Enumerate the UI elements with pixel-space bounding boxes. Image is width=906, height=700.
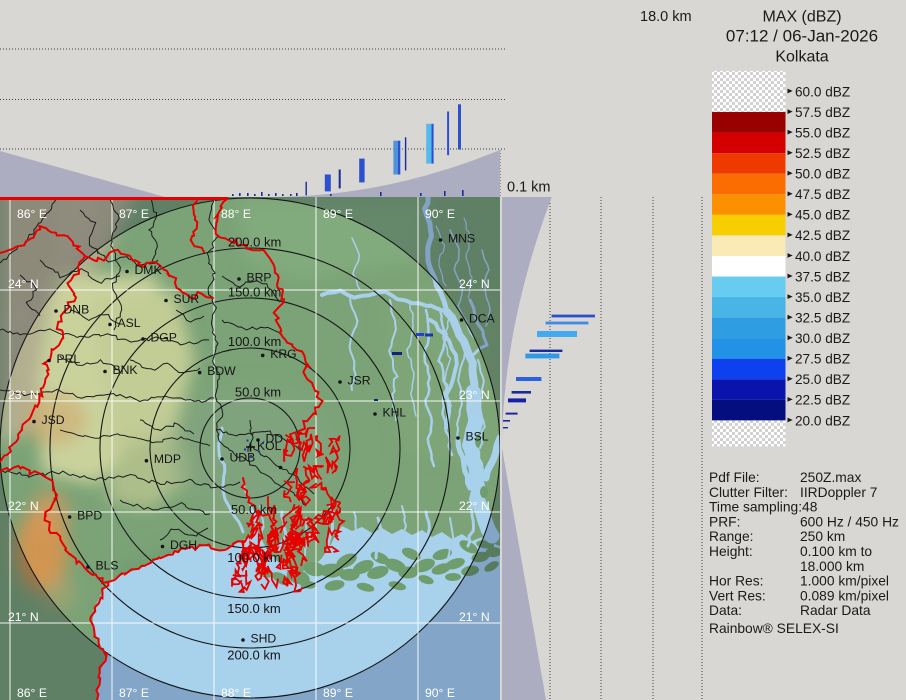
svg-text:JSD: JSD <box>42 413 65 427</box>
svg-text:Rainbow® SELEX-SI: Rainbow® SELEX-SI <box>709 621 839 636</box>
svg-text:23° N: 23° N <box>8 388 39 402</box>
svg-text:Pdf File:: Pdf File: <box>709 470 760 485</box>
svg-text:250Z.max: 250Z.max <box>800 470 861 485</box>
svg-text:Radar Data: Radar Data <box>800 603 871 618</box>
svg-text:100.0 km: 100.0 km <box>228 334 281 349</box>
svg-text:Height:: Height: <box>709 544 753 559</box>
svg-text:BRP: BRP <box>247 270 272 284</box>
svg-text:55.0 dBZ: 55.0 dBZ <box>795 125 850 140</box>
svg-text:DMK: DMK <box>135 263 162 277</box>
svg-text:DCA: DCA <box>469 311 496 325</box>
svg-text:BLS: BLS <box>96 558 119 572</box>
svg-text:32.5 dBZ: 32.5 dBZ <box>795 311 850 326</box>
svg-text:IIRDoppler 7: IIRDoppler 7 <box>800 485 877 500</box>
svg-text:18.0 km: 18.0 km <box>640 9 692 25</box>
svg-text:JSR: JSR <box>348 373 371 387</box>
svg-text:BDW: BDW <box>207 364 236 378</box>
svg-text:07:12 / 06-Jan-2026: 07:12 / 06-Jan-2026 <box>726 27 878 46</box>
svg-text:KHL: KHL <box>383 405 407 419</box>
svg-text:600 Hz / 450 Hz: 600 Hz / 450 Hz <box>800 514 899 529</box>
svg-text:MDP: MDP <box>154 452 181 466</box>
svg-text:37.5 dBZ: 37.5 dBZ <box>795 269 850 284</box>
svg-text:21° N: 21° N <box>8 610 39 624</box>
svg-text:87° E: 87° E <box>119 207 149 221</box>
svg-text:23° N: 23° N <box>459 388 490 402</box>
svg-text:89° E: 89° E <box>323 686 353 700</box>
svg-text:24° N: 24° N <box>459 277 490 291</box>
svg-text:89° E: 89° E <box>323 207 353 221</box>
svg-text:0.100 km to: 0.100 km to <box>800 544 872 559</box>
svg-text:90° E: 90° E <box>425 207 455 221</box>
svg-text:Time sampling:48: Time sampling:48 <box>709 500 818 515</box>
svg-text:87° E: 87° E <box>119 686 149 700</box>
svg-text:27.5 dBZ: 27.5 dBZ <box>795 352 850 367</box>
svg-text:200.0 km: 200.0 km <box>228 235 281 250</box>
svg-text:DGP: DGP <box>151 330 177 344</box>
svg-text:0.089 km/pixel: 0.089 km/pixel <box>800 588 889 603</box>
svg-text:SHD: SHD <box>251 631 277 645</box>
svg-text:86° E: 86° E <box>17 686 47 700</box>
svg-text:BPD: BPD <box>77 508 102 522</box>
svg-text:47.5 dBZ: 47.5 dBZ <box>795 187 850 202</box>
svg-text:42.5 dBZ: 42.5 dBZ <box>795 228 850 243</box>
svg-text:MNS: MNS <box>448 231 475 245</box>
svg-text:BNK: BNK <box>113 363 138 377</box>
svg-text:25.0 dBZ: 25.0 dBZ <box>795 372 850 387</box>
svg-text:SUR: SUR <box>174 292 200 306</box>
svg-text:30.0 dBZ: 30.0 dBZ <box>795 331 850 346</box>
svg-text:200.0 km: 200.0 km <box>227 648 280 663</box>
svg-text:0.1 km: 0.1 km <box>507 180 551 196</box>
svg-text:50.0 km: 50.0 km <box>231 502 277 517</box>
svg-text:21° N: 21° N <box>459 610 490 624</box>
svg-text:KOL: KOL <box>257 439 282 453</box>
svg-text:Range:: Range: <box>709 529 754 544</box>
svg-text:57.5 dBZ: 57.5 dBZ <box>795 105 850 120</box>
svg-text:BSL: BSL <box>466 429 489 443</box>
svg-text:88° E: 88° E <box>221 686 251 700</box>
svg-text:40.0 dBZ: 40.0 dBZ <box>795 249 850 264</box>
svg-text:Clutter Filter:: Clutter Filter: <box>709 485 788 500</box>
svg-text:UDB: UDB <box>230 450 256 464</box>
svg-text:50.0 dBZ: 50.0 dBZ <box>795 167 850 182</box>
svg-text:18.000 km: 18.000 km <box>800 559 864 574</box>
svg-text:PRF:: PRF: <box>709 514 740 529</box>
svg-text:Data:: Data: <box>709 603 742 618</box>
svg-text:20.0 dBZ: 20.0 dBZ <box>795 413 850 428</box>
svg-text:PRL: PRL <box>57 352 81 366</box>
svg-text:24° N: 24° N <box>8 277 39 291</box>
svg-text:22.5 dBZ: 22.5 dBZ <box>795 393 850 408</box>
svg-text:Vert Res:: Vert Res: <box>709 588 766 603</box>
svg-text:100.0 km: 100.0 km <box>227 550 280 565</box>
svg-text:50.0 km: 50.0 km <box>235 385 281 400</box>
svg-text:150.0 km: 150.0 km <box>228 285 281 300</box>
svg-text:52.5 dBZ: 52.5 dBZ <box>795 146 850 161</box>
svg-text:22° N: 22° N <box>8 499 39 513</box>
svg-text:35.0 dBZ: 35.0 dBZ <box>795 290 850 305</box>
svg-text:1.000 km/pixel: 1.000 km/pixel <box>800 574 889 589</box>
svg-text:45.0 dBZ: 45.0 dBZ <box>795 208 850 223</box>
svg-text:22° N: 22° N <box>459 499 490 513</box>
svg-text:Hor Res:: Hor Res: <box>709 574 763 589</box>
svg-text:90° E: 90° E <box>425 686 455 700</box>
svg-text:60.0 dBZ: 60.0 dBZ <box>795 84 850 99</box>
svg-text:MAX (dBZ): MAX (dBZ) <box>762 9 841 26</box>
svg-text:150.0 km: 150.0 km <box>227 601 280 616</box>
svg-text:DNB: DNB <box>64 302 90 316</box>
svg-text:88° E: 88° E <box>221 207 251 221</box>
svg-text:DGH: DGH <box>170 538 197 552</box>
svg-text:250 km: 250 km <box>800 529 845 544</box>
svg-text:ASL: ASL <box>118 316 141 330</box>
svg-text:86° E: 86° E <box>17 207 47 221</box>
svg-text:Kolkata: Kolkata <box>775 49 828 66</box>
